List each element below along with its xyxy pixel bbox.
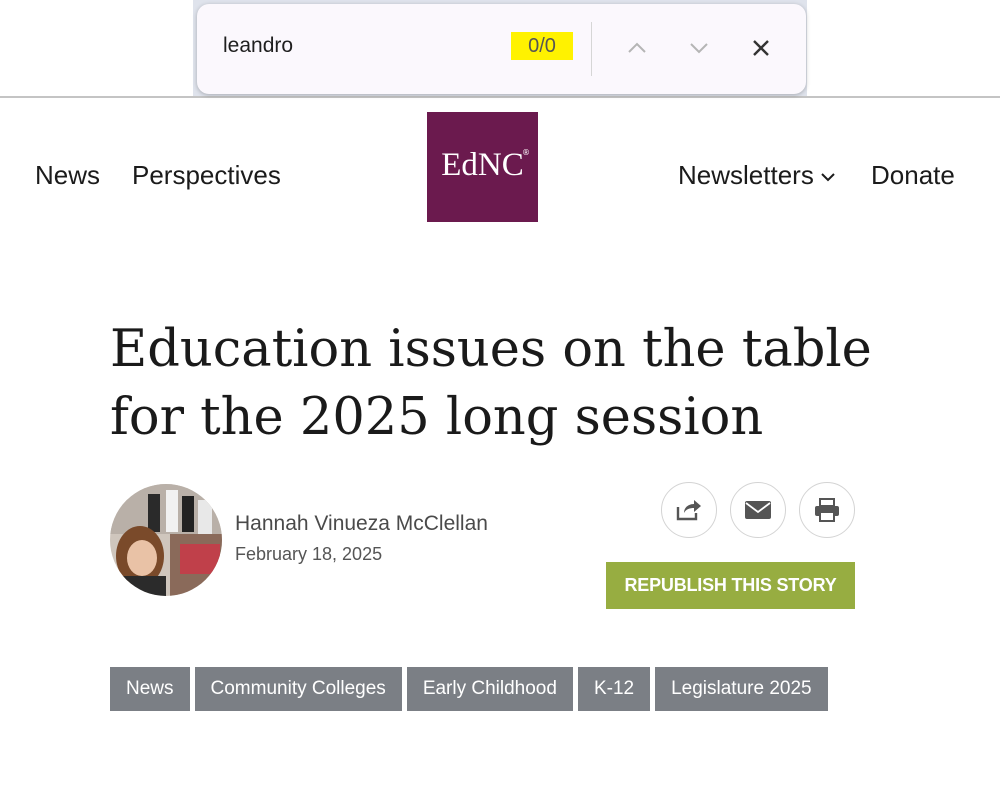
- article-headline: Education issues on the table for the 20…: [110, 316, 910, 452]
- chevron-down-icon: [690, 43, 708, 54]
- tag-k-12[interactable]: K-12: [577, 667, 651, 711]
- tag-community-colleges[interactable]: Community Colleges: [194, 667, 402, 711]
- print-icon: [815, 498, 839, 522]
- headline-line-1: Education issues on the table: [110, 320, 872, 379]
- tag-news[interactable]: News: [110, 667, 190, 711]
- find-next-button[interactable]: [683, 32, 715, 64]
- close-icon: [753, 40, 769, 56]
- browser-chrome: leandro 0/0: [0, 0, 1000, 98]
- find-close-button[interactable]: [745, 32, 777, 64]
- chevron-down-icon: [821, 173, 835, 182]
- publish-date: February 18, 2025: [235, 544, 383, 564]
- ednc-logo[interactable]: EdNC ®: [427, 112, 538, 222]
- share-icon: [676, 500, 701, 521]
- nav-news[interactable]: News: [35, 160, 100, 191]
- nav-donate[interactable]: Donate: [871, 160, 955, 191]
- find-divider: [591, 22, 592, 76]
- logo-text: EdNC: [441, 146, 524, 183]
- chrome-divider: [0, 96, 1000, 98]
- find-bar: leandro 0/0: [197, 4, 806, 94]
- tag-legislature-2025[interactable]: Legislature 2025: [655, 667, 828, 711]
- nav-perspectives[interactable]: Perspectives: [132, 160, 281, 191]
- find-input[interactable]: leandro: [223, 34, 293, 58]
- republish-button[interactable]: REPUBLISH THIS STORY: [606, 562, 855, 609]
- share-button[interactable]: [661, 482, 717, 538]
- chevron-up-icon: [628, 42, 646, 53]
- print-button[interactable]: [799, 482, 855, 538]
- email-icon: [745, 501, 771, 519]
- find-previous-button[interactable]: [621, 32, 653, 64]
- tag-list: News Community Colleges Early Childhood …: [110, 667, 828, 711]
- avatar-photo: [110, 484, 222, 596]
- logo-registered-mark: ®: [522, 148, 530, 157]
- headline-line-2: for the 2025 long session: [110, 388, 764, 447]
- email-button[interactable]: [730, 482, 786, 538]
- tag-early-childhood[interactable]: Early Childhood: [406, 667, 573, 711]
- nav-newsletters-label: Newsletters: [678, 160, 814, 190]
- author-name[interactable]: Hannah Vinueza McClellan: [235, 512, 488, 536]
- find-match-count: 0/0: [511, 32, 573, 60]
- nav-newsletters[interactable]: Newsletters: [678, 160, 836, 191]
- author-avatar[interactable]: [110, 484, 222, 596]
